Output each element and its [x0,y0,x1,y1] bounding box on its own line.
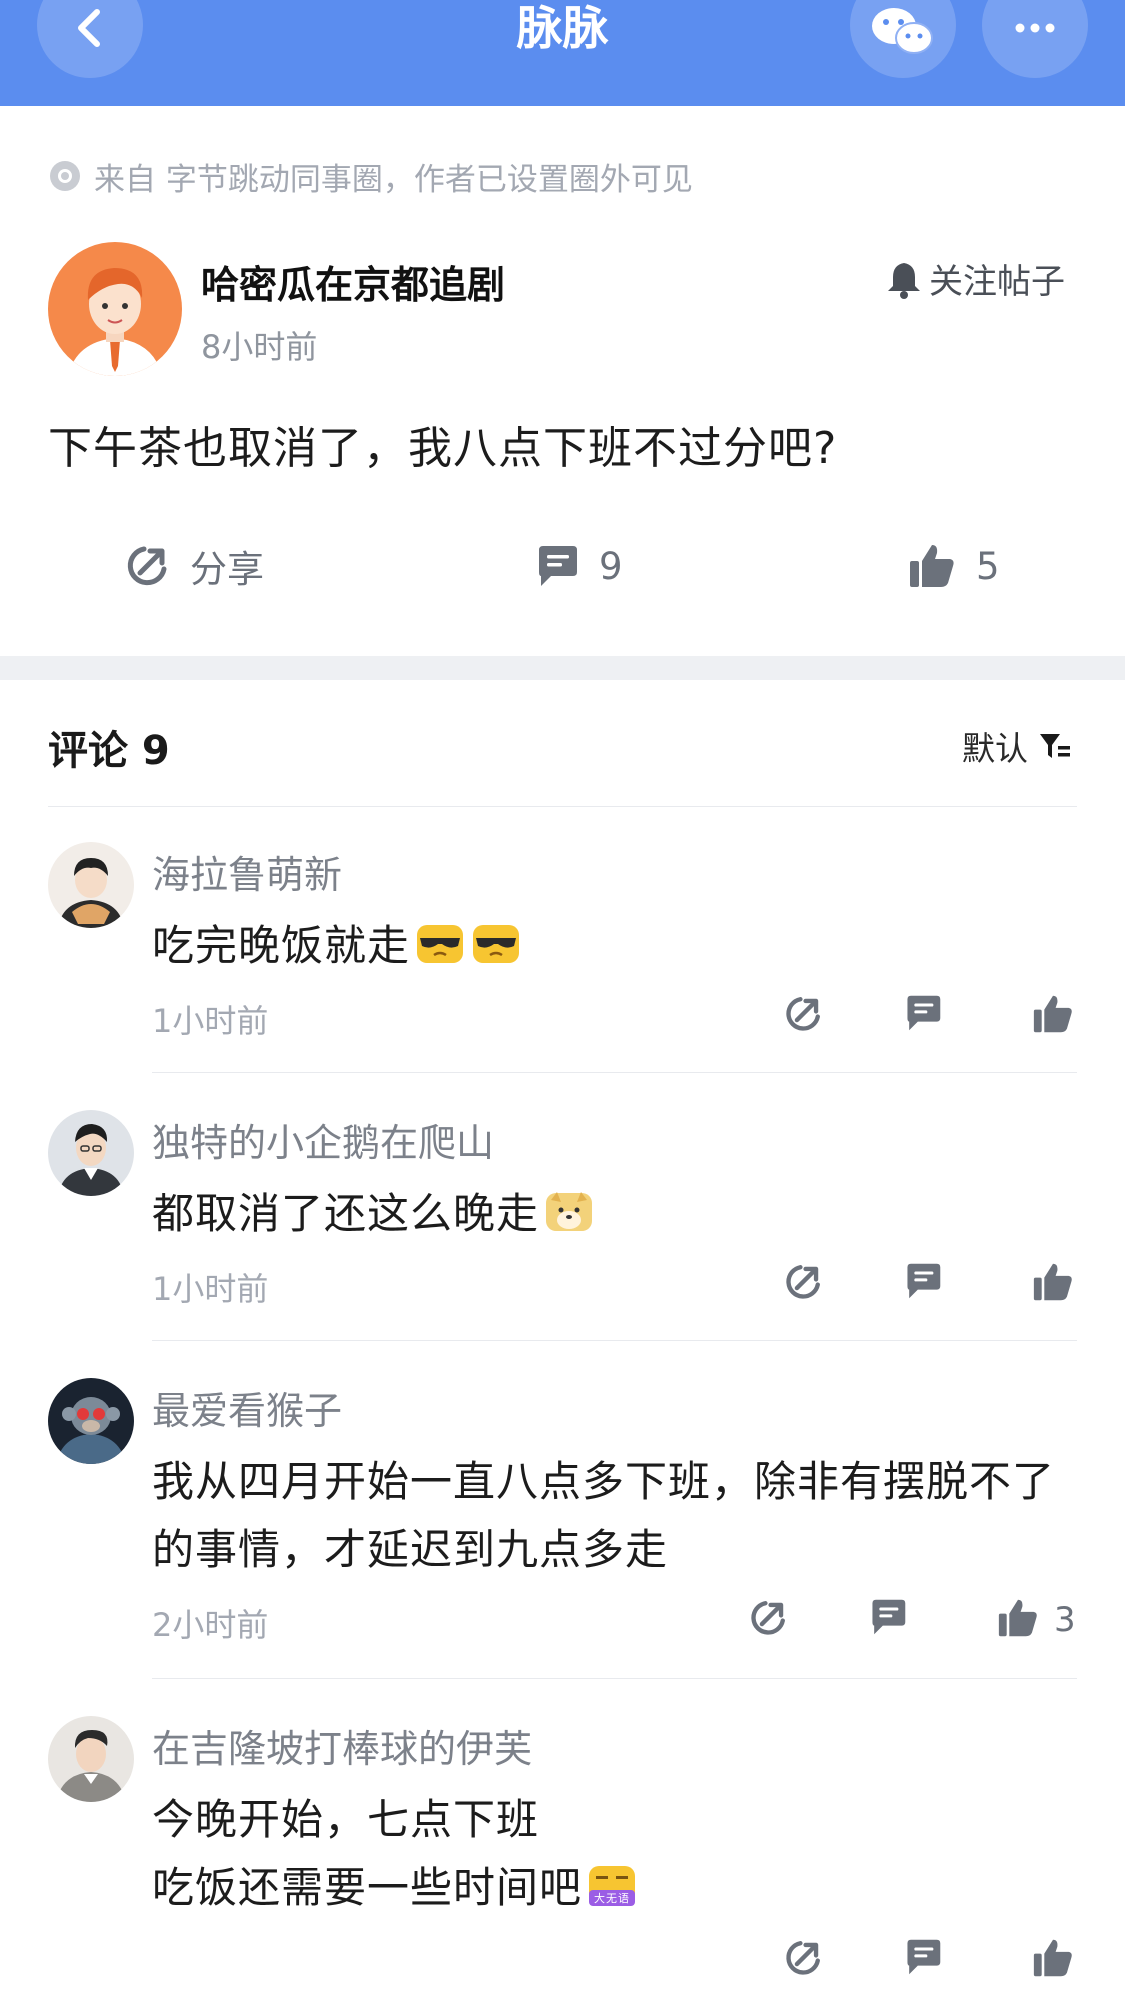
commenter-avatar[interactable] [48,842,134,928]
commenter-avatar[interactable] [48,1716,134,1802]
comment-time: 1小时前 [152,1002,269,1040]
comment-time: 1小时前 [152,1270,269,1308]
wechat-share-button[interactable] [850,0,956,78]
commenter-name[interactable]: 海拉鲁萌新 [152,844,342,899]
commenter-name[interactable]: 独特的小企鹅在爬山 [152,1112,494,1167]
post-content: 下午茶也取消了，我八点下班不过分吧? [48,423,838,474]
avatar-illustration [48,1110,134,1196]
author-name[interactable]: 哈密瓜在京都追剧 [201,254,505,309]
avatar-illustration [48,1378,134,1464]
divider [152,1340,1077,1341]
commenter-name[interactable]: 最爱看猴子 [152,1380,342,1435]
share-icon [127,546,167,586]
share-icon[interactable] [783,1938,823,1978]
comment-text: 我从四月开始一直八点多下班，除非有摆脱不了的事情，才延迟到九点多走 [152,1457,1056,1574]
thumbs-up-icon[interactable] [1032,1262,1074,1302]
post-source: 来自 字节跳动同事圈，作者已设置圈外可见 [48,156,693,198]
bell-icon [888,262,920,299]
thumbs-up-icon[interactable] [1032,994,1074,1034]
wechat-icon [872,8,933,54]
divider [152,1072,1077,1073]
comment-text: 都取消了还这么晚走 [152,1180,1072,1248]
share-icon[interactable] [783,1262,823,1302]
thumbs-up-icon [910,545,954,587]
comment-text-content: 都取消了还这么晚走 [152,1189,540,1238]
filter-icon [1040,734,1070,758]
like-count: 5 [976,544,1000,588]
circle-dot-icon [50,161,80,191]
comment-text-content: 吃饭还需要一些时间吧 [152,1863,583,1912]
divider [152,1678,1077,1679]
comment-count: 9 [599,544,623,588]
comment-time: 2小时前 [152,1606,269,1644]
comment-icon [539,546,577,586]
avatar-illustration [48,242,182,376]
cool-face-emoji [417,925,464,963]
comment-text-content: 吃完晚饭就走 [152,921,411,970]
cool-face-emoji [473,925,520,963]
post-time: 8小时前 [201,328,318,366]
thumbs-up-icon[interactable] [1032,1938,1074,1978]
sort-label: 默认 [962,729,1028,768]
follow-post-label: 关注帖子 [929,262,1065,302]
commenter-avatar[interactable] [48,1378,134,1464]
share-label: 分享 [190,548,264,591]
like-count: 3 [1054,1600,1076,1640]
thumbs-up-icon[interactable] [997,1598,1039,1638]
comments-title: 评论 9 [48,728,170,774]
comment-text-line: 吃饭还需要一些时间吧 大无语 [152,1854,1072,1922]
post-source-text: 来自 字节跳动同事圈，作者已设置圈外可见 [94,161,693,198]
sort-dropdown[interactable]: 默认 [962,722,1072,770]
avatar-illustration [48,842,134,928]
divider [48,806,1077,807]
share-button[interactable]: 分享 [124,540,264,592]
author-avatar[interactable] [48,242,182,376]
commenter-avatar[interactable] [48,1110,134,1196]
speechless-emoji: 大无语 [589,1866,636,1906]
emoji-caption: 大无语 [594,1891,630,1905]
reply-icon[interactable] [869,1598,907,1636]
page-title: 脉脉 [516,1,609,55]
share-icon[interactable] [748,1598,788,1638]
more-button[interactable] [982,0,1088,78]
more-dots-icon [1015,23,1055,33]
comment-text: 今晚开始，七点下班 吃饭还需要一些时间吧 大无语 [152,1786,1072,1922]
comment-text: 吃完晚饭就走 [152,912,1072,980]
doge-emoji [546,1192,593,1231]
reply-icon[interactable] [904,1938,942,1976]
commenter-name[interactable]: 在吉隆坡打棒球的伊芙 [152,1718,532,1773]
top-nav-bar: 脉脉 [0,0,1125,106]
reply-icon[interactable] [904,994,942,1032]
avatar-illustration [48,1716,134,1802]
reply-icon[interactable] [904,1262,942,1300]
comment-button[interactable]: 9 [535,540,623,592]
section-divider [0,656,1125,680]
comment-text-line: 今晚开始，七点下班 [152,1795,540,1844]
like-button[interactable]: 5 [908,540,1000,592]
share-icon[interactable] [783,994,823,1034]
follow-post-button[interactable]: 关注帖子 [885,254,1065,303]
